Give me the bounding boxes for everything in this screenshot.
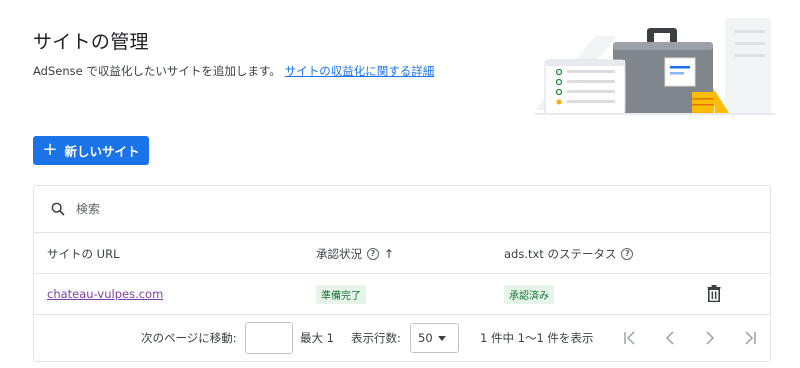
dropdown-caret-icon xyxy=(437,335,446,341)
previous-page-button[interactable] xyxy=(659,327,681,349)
new-site-label: 新しいサイト xyxy=(64,144,140,159)
chevron-left-icon xyxy=(665,331,674,345)
description-text: AdSense で収益化したいサイトを追加します。 xyxy=(33,64,281,78)
sites-table: サイトの URL 承認状況 ? ↑ ads.txt のステータス ? chate… xyxy=(33,185,771,362)
range-label: 1 件中 1～1 件を表示 xyxy=(480,331,594,345)
search-icon xyxy=(51,202,65,216)
rows-per-page-select[interactable]: 50 xyxy=(410,323,459,353)
goto-page-input[interactable] xyxy=(245,322,293,354)
sort-arrow-up-icon[interactable]: ↑ xyxy=(384,247,394,261)
rows-per-page-value: 50 xyxy=(418,331,433,345)
rows-per-page-label: 表示行数: xyxy=(351,331,401,345)
page-description: AdSense で収益化したいサイトを追加します。 サイトの収益化に関する詳細 xyxy=(33,63,434,79)
pagination: 次のページに移動: 最大 1 表示行数: 50 1 件中 1～1 件を表示 xyxy=(34,315,770,361)
last-page-icon xyxy=(745,331,756,345)
column-label: サイトの URL xyxy=(47,247,120,261)
chevron-right-icon xyxy=(706,331,715,345)
max-page-label: 最大 1 xyxy=(300,331,334,345)
approval-status-badge: 準備完了 xyxy=(316,285,366,304)
goto-page-label: 次のページに移動: xyxy=(141,331,237,345)
column-header-approval[interactable]: 承認状況 ? ↑ xyxy=(316,246,394,262)
search-input[interactable] xyxy=(76,202,676,216)
last-page-button[interactable] xyxy=(739,327,761,349)
column-header-ads-txt[interactable]: ads.txt のステータス ? xyxy=(504,246,634,262)
site-url-link[interactable]: chateau-vulpes.com xyxy=(47,287,163,301)
new-site-button[interactable]: + 新しいサイト xyxy=(33,136,149,165)
help-icon[interactable]: ? xyxy=(621,248,634,260)
first-page-icon xyxy=(624,331,635,345)
help-icon[interactable]: ? xyxy=(367,248,379,260)
column-header-url[interactable]: サイトの URL xyxy=(47,246,119,262)
first-page-button[interactable] xyxy=(619,327,641,349)
ads-txt-status-badge: 承認済み xyxy=(504,285,554,304)
column-label: 承認状況 xyxy=(316,247,362,261)
page-title: サイトの管理 xyxy=(33,31,149,53)
table-header: サイトの URL 承認状況 ? ↑ ads.txt のステータス ? xyxy=(34,233,770,274)
plus-icon: + xyxy=(42,138,58,160)
delete-icon[interactable] xyxy=(707,285,721,302)
monetization-details-link[interactable]: サイトの収益化に関する詳細 xyxy=(285,64,435,78)
briefcase-illustration xyxy=(535,18,775,115)
next-page-button[interactable] xyxy=(699,327,721,349)
search-bar xyxy=(34,186,770,233)
column-label: ads.txt のステータス xyxy=(504,247,617,261)
table-row: chateau-vulpes.com 準備完了 承認済み xyxy=(34,274,770,315)
